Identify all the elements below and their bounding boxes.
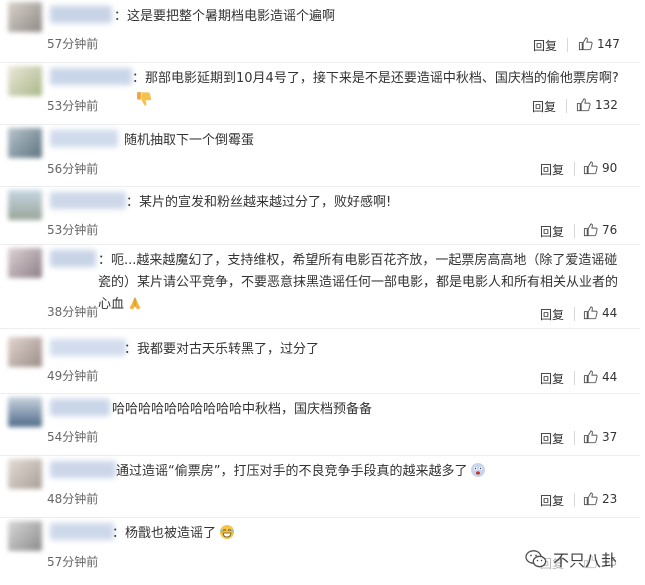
watermark-text: 不只八卦 [552,551,617,570]
comment-body: 某片的宣发和粉丝越来越过分了，败好感啊! [139,195,392,210]
reply-button[interactable]: 回复 [540,492,564,509]
thumbs-up-icon [576,98,591,112]
comment-body: 这是要把整个暑期档电影造谣个遍啊 [127,9,336,24]
thumbs-up-icon [578,37,593,51]
timestamp: 57分钟前 [47,37,99,51]
comment-item: ：我都要对古天乐转黑了，过分了 49分钟前 回复 44 [0,333,640,394]
like-button[interactable]: 90 [583,160,617,175]
comment-text: ：杨戬也被造谣了 [112,523,628,545]
reply-button[interactable]: 回复 [533,37,557,54]
reply-button[interactable]: 回复 [532,98,556,115]
comment-body: 那部电影延期到10月4号了，接下来是不是还要造谣中秋档、国庆档的偷他票房啊? [145,71,619,86]
comment-body: 杨戬也被造谣了 [125,526,217,541]
username[interactable] [50,6,112,23]
timestamp: 56分钟前 [47,162,99,176]
thumbs-up-icon [583,161,598,175]
avatar[interactable] [8,397,42,427]
shocked-face-icon [471,463,486,477]
comment-text: 随机抽取下一个倒霉蛋 [124,130,628,152]
thumbs-up-icon [583,430,598,444]
like-count: 37 [602,429,618,444]
divider [574,493,575,507]
like-count: 44 [602,305,618,320]
comment-body: 通过造谣“偷票房”，打压对手的不良竞争手段真的越来越多了 [116,464,468,479]
comment-item: ：那部电影延期到10月4号了，接下来是不是还要造谣中秋档、国庆档的偷他票房啊? … [0,62,640,125]
avatar[interactable] [8,521,42,551]
comment-body: 随机抽取下一个倒霉蛋 [124,133,255,148]
comment-body: 呃...越来越魔幻了，支持维权，希望所有电影百花齐放，一起票房高高地（除了爱造谣… [98,253,619,312]
comment-text: ：我都要对古天乐转黑了，过分了 [124,342,320,357]
divider [567,38,568,52]
comment-item: ：呃...越来越魔幻了，支持维权，希望所有电影百花齐放，一起票房高高地（除了爱造… [0,244,640,329]
avatar[interactable] [8,190,42,220]
avatar[interactable] [8,459,42,489]
comment-text: 哈哈哈哈哈哈哈哈哈哈中秋档，国庆档预备备 [112,399,628,421]
thumbs-down-icon [137,92,152,106]
username[interactable] [50,68,132,85]
like-count: 90 [602,160,618,175]
like-button[interactable]: 44 [583,369,617,384]
divider [574,371,575,385]
username[interactable] [50,130,118,147]
comment-body: 哈哈哈哈哈哈哈哈哈哈中秋档，国庆档预备备 [112,402,373,417]
like-button[interactable]: 147 [578,36,620,51]
comment-item: 通过造谣“偷票房”，打压对手的不良竞争手段真的越来越多了 48分钟前 回复 23 [0,455,640,518]
comment-item: 随机抽取下一个倒霉蛋 56分钟前 回复 90 [0,124,640,187]
like-button[interactable]: 44 [583,305,617,320]
username[interactable] [50,192,126,209]
thumbs-up-icon [583,492,598,506]
like-button[interactable]: 76 [583,222,617,237]
timestamp: 54分钟前 [47,430,99,444]
avatar[interactable] [8,66,42,96]
thumbs-up-icon [583,223,598,237]
divider [574,307,575,321]
laughing-face-icon [220,525,235,539]
watermark: 不只八卦 [525,547,617,571]
avatar[interactable] [8,337,42,367]
thumbs-up-icon [583,370,598,384]
wechat-logo-icon [525,550,547,568]
reply-button[interactable]: 回复 [540,223,564,240]
avatar[interactable] [8,248,42,278]
like-button[interactable]: 37 [583,429,617,444]
thumbs-up-icon [583,306,598,320]
timestamp: 48分钟前 [47,492,99,506]
like-count: 23 [602,491,618,506]
comment-text: ：这是要把整个暑期档电影造谣个遍啊 [114,9,336,24]
comment-item: ：这是要把整个暑期档电影造谣个遍啊 57分钟前 回复 147 [0,0,640,63]
comment-item: 哈哈哈哈哈哈哈哈哈哈中秋档，国庆档预备备 54分钟前 回复 37 [0,393,640,456]
username[interactable] [50,250,96,267]
avatar[interactable] [8,128,42,158]
reply-button[interactable]: 回复 [540,161,564,178]
timestamp: 57分钟前 [47,555,99,569]
username[interactable] [50,399,110,416]
divider [574,431,575,445]
username[interactable] [50,461,116,478]
like-count: 132 [595,97,618,112]
timestamp: 38分钟前 [47,305,99,319]
comment-text: ：某片的宣发和粉丝越来越过分了，败好感啊! [126,195,392,210]
username[interactable] [50,339,126,356]
divider [566,99,567,113]
like-count: 76 [602,222,618,237]
divider [574,224,575,238]
timestamp: 49分钟前 [47,369,99,383]
reply-button[interactable]: 回复 [540,306,564,323]
reply-button[interactable]: 回复 [540,370,564,387]
like-button[interactable]: 132 [576,97,618,112]
comment-text: 通过造谣“偷票房”，打压对手的不良竞争手段真的越来越多了 [116,461,628,483]
avatar[interactable] [8,2,42,32]
comment-item: ：某片的宣发和粉丝越来越过分了，败好感啊! 53分钟前 回复 76 [0,186,640,245]
reply-button[interactable]: 回复 [540,430,564,447]
comment-body: 我都要对古天乐转黑了，过分了 [137,342,320,357]
timestamp: 53分钟前 [47,223,99,237]
praying-hands-icon [129,297,141,310]
timestamp: 53分钟前 [47,99,99,113]
like-count: 147 [597,36,620,51]
like-count: 44 [602,369,618,384]
like-button[interactable]: 23 [583,491,617,506]
divider [574,162,575,176]
username[interactable] [50,523,114,540]
